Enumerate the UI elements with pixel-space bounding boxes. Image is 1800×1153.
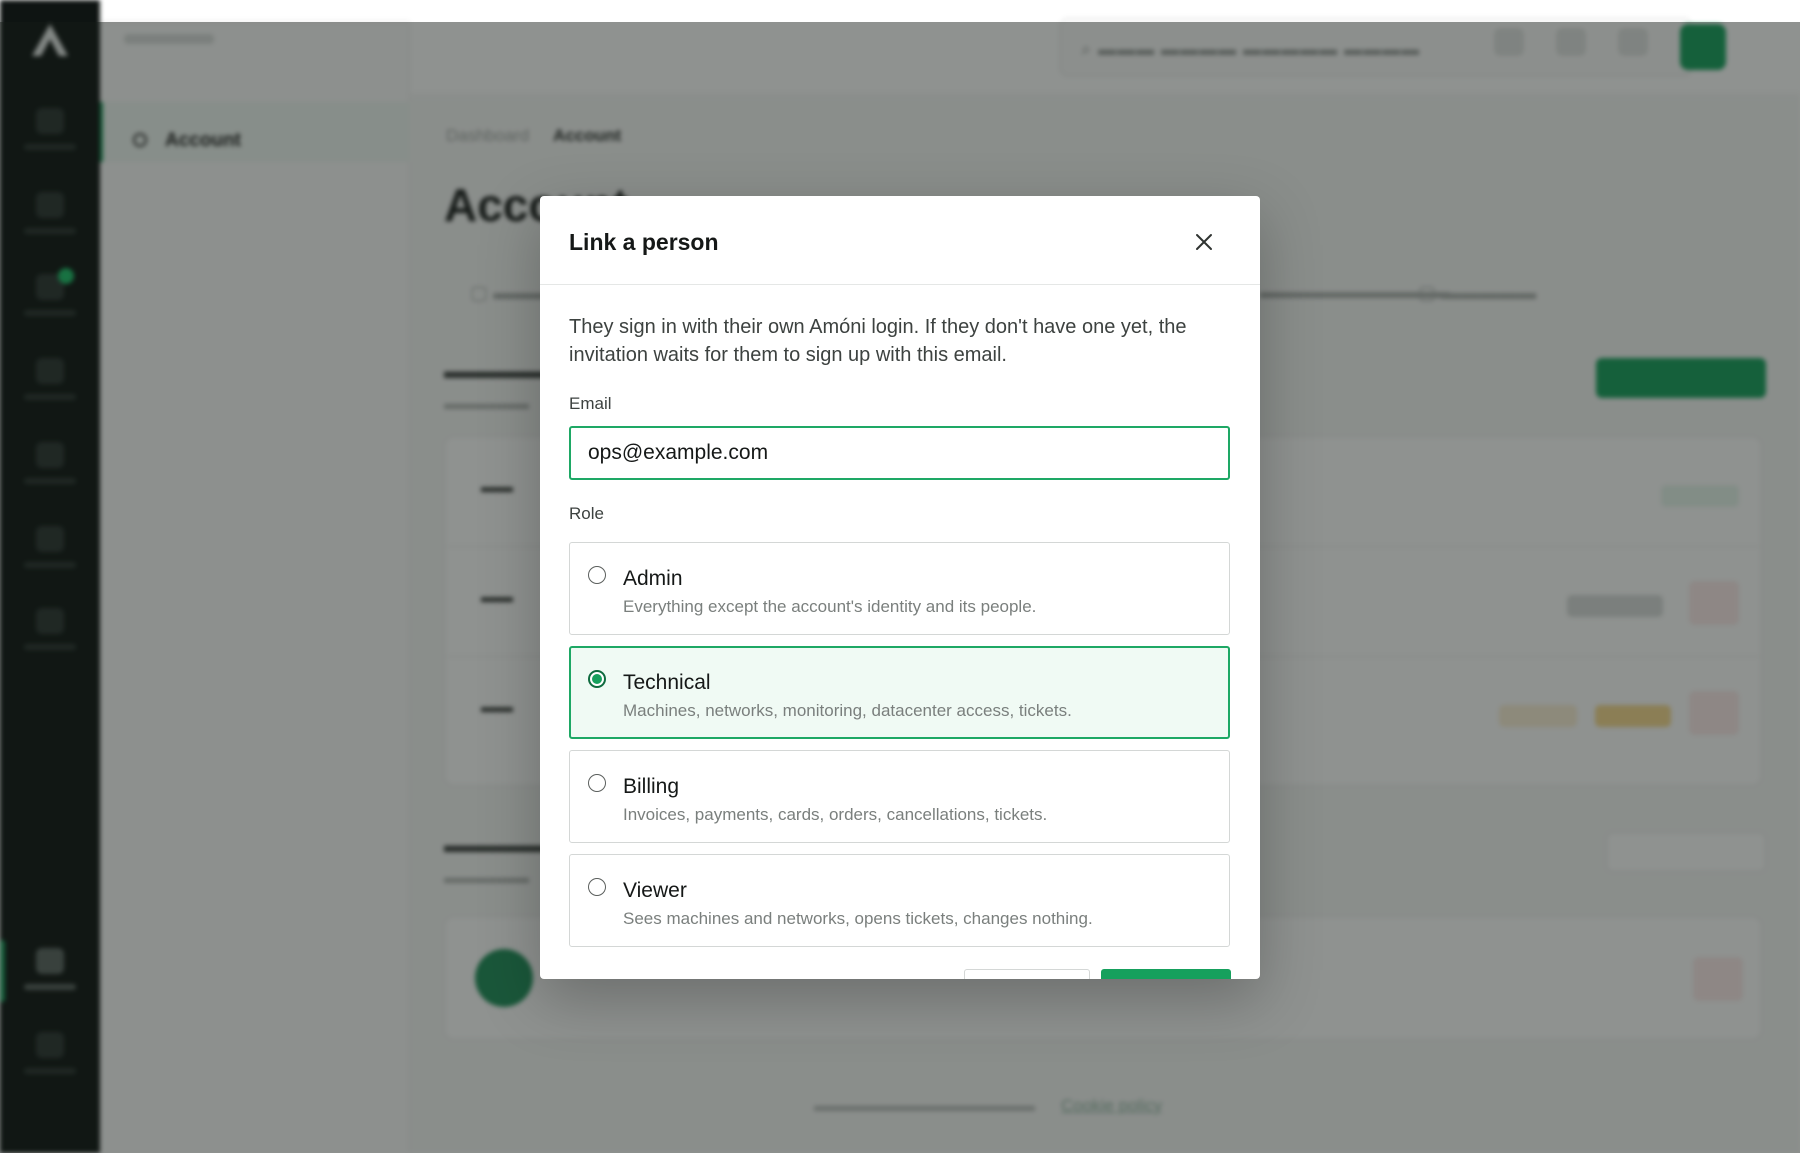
role-radio-viewer[interactable] bbox=[588, 878, 606, 896]
dialog-title: Link a person bbox=[569, 229, 719, 255]
role-description: Invoices, payments, cards, orders, cance… bbox=[623, 805, 1048, 824]
role-option-technical[interactable]: Technical Machines, networks, monitoring… bbox=[569, 646, 1230, 739]
role-option-admin[interactable]: Admin Everything except the account's id… bbox=[569, 542, 1230, 635]
role-description: Everything except the account's identity… bbox=[623, 597, 1037, 616]
role-option-viewer[interactable]: Viewer Sees machines and networks, opens… bbox=[569, 854, 1230, 947]
role-radio-billing[interactable] bbox=[588, 774, 606, 792]
close-button[interactable] bbox=[1186, 224, 1222, 260]
role-title: Admin bbox=[623, 567, 683, 590]
role-title: Viewer bbox=[623, 879, 687, 902]
link-person-dialog: Link a person They sign in with their ow… bbox=[540, 196, 1260, 979]
role-label: Role bbox=[569, 504, 604, 523]
cancel-button[interactable] bbox=[964, 969, 1090, 979]
email-field[interactable] bbox=[569, 426, 1230, 480]
dialog-header: Link a person bbox=[540, 196, 1260, 285]
role-title: Technical bbox=[623, 671, 711, 694]
email-label: Email bbox=[569, 394, 612, 413]
role-radio-admin[interactable] bbox=[588, 566, 606, 584]
role-option-billing[interactable]: Billing Invoices, payments, cards, order… bbox=[569, 750, 1230, 843]
role-description: Sees machines and networks, opens ticket… bbox=[623, 909, 1093, 928]
role-title: Billing bbox=[623, 775, 680, 798]
close-icon bbox=[1196, 234, 1212, 250]
dialog-intro: They sign in with their own Amóni login.… bbox=[569, 316, 1187, 366]
role-description: Machines, networks, monitoring, datacent… bbox=[623, 701, 1072, 720]
submit-button[interactable] bbox=[1101, 969, 1231, 979]
role-radio-technical[interactable] bbox=[588, 670, 606, 688]
